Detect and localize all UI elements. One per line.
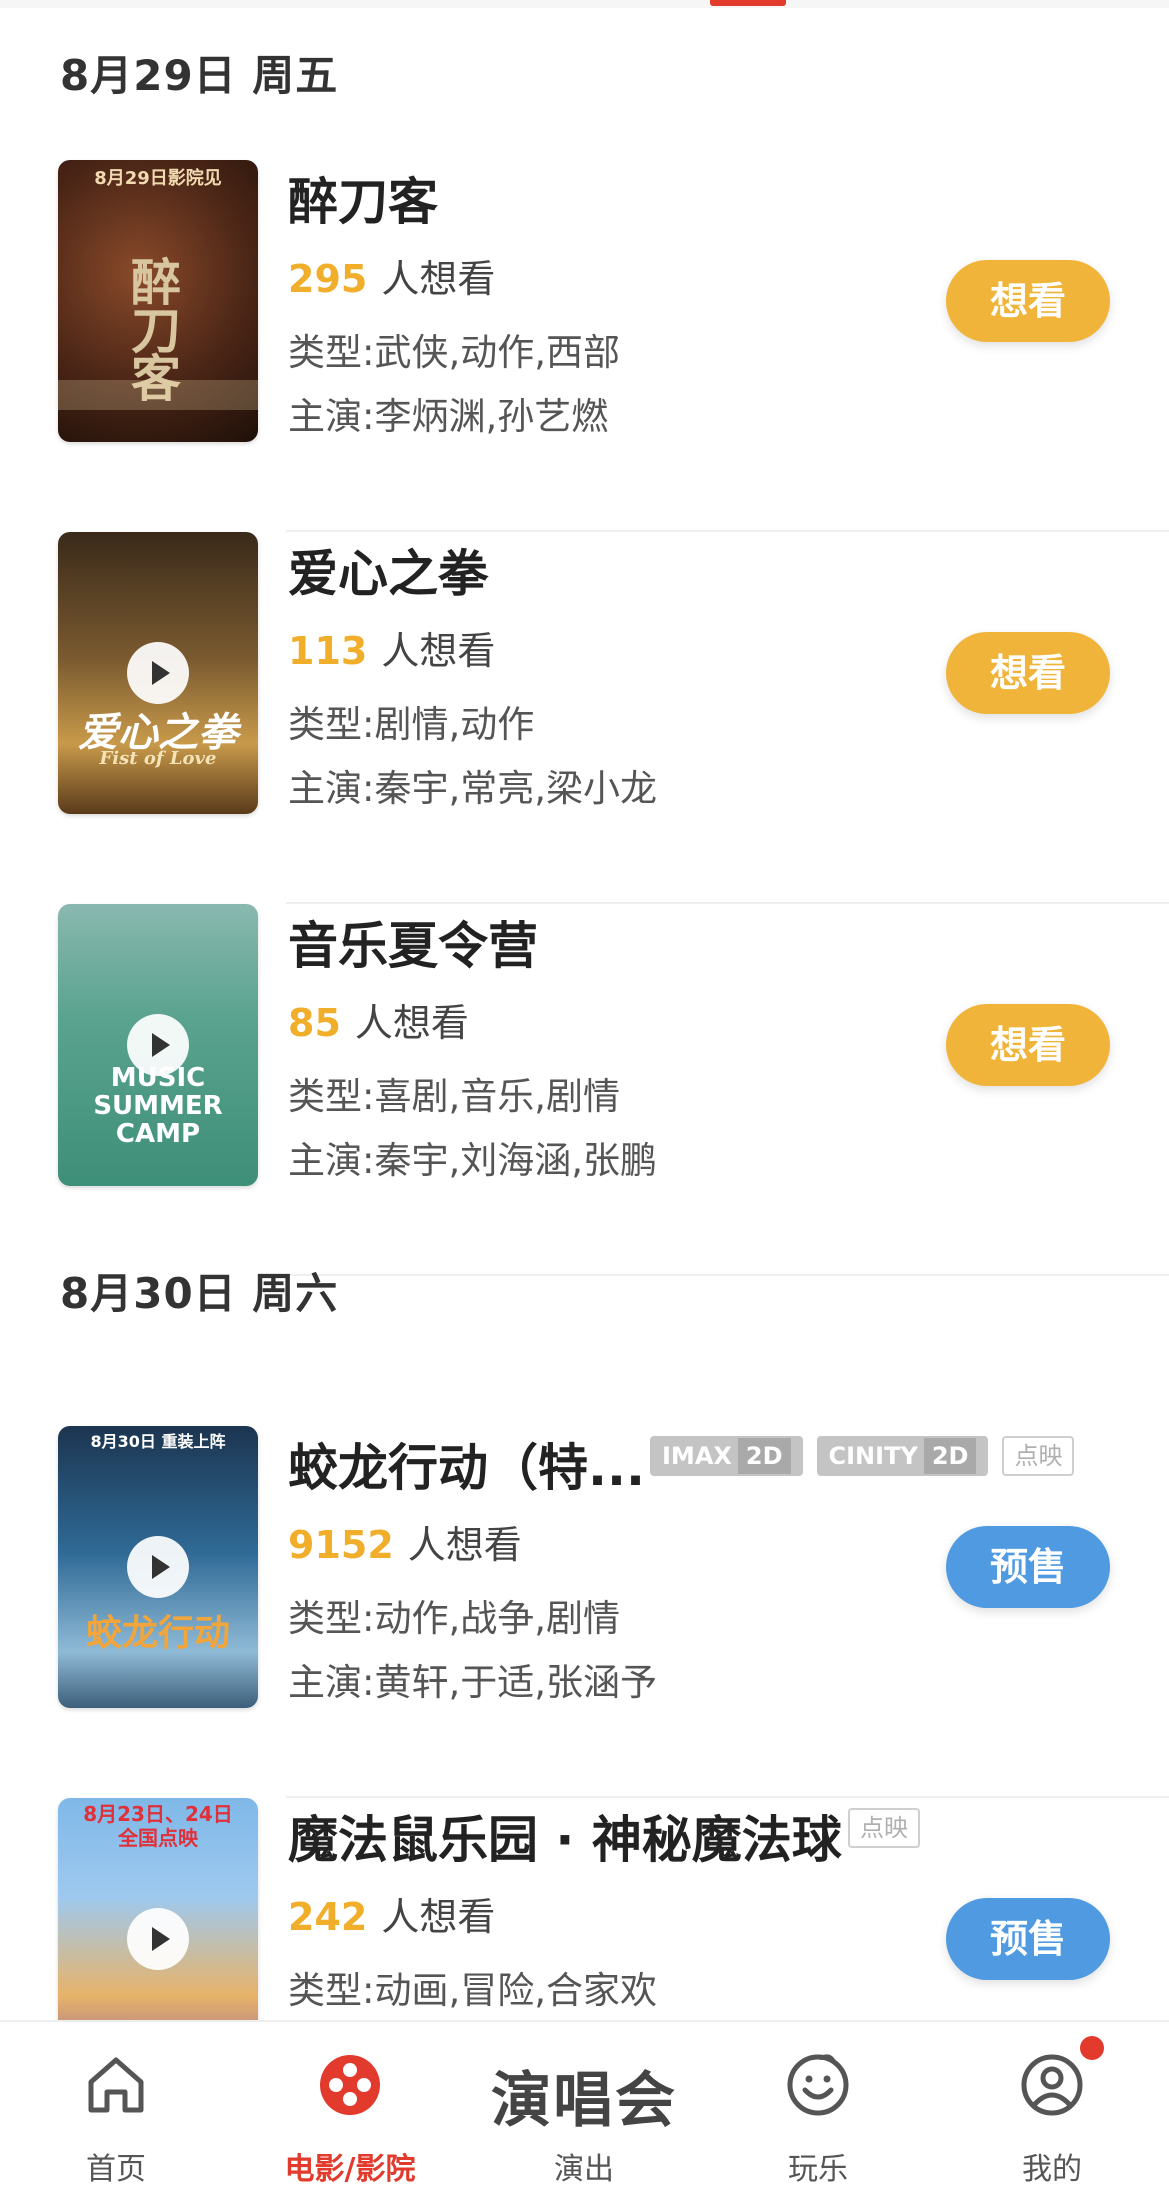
format-tags: IMAX 2D CINITY 2D 点映 [650, 1436, 1075, 1476]
movie-cast: 主演:秦宇,刘海涵,张鹏 [288, 1139, 657, 1182]
poster-title: 蛟龙行动 [85, 1613, 230, 1654]
poster-banner [58, 380, 258, 410]
movie-item[interactable]: MUSIC SUMMER CAMP 音乐夏令营 85 人想看 类型:喜剧,音乐,剧… [0, 904, 1169, 1276]
movie-cast: 主演:秦宇,常亮,梁小龙 [288, 767, 657, 810]
want-to-see-button[interactable]: 想看 [946, 1004, 1110, 1086]
wish-count: 9152 人想看 [288, 1514, 522, 1569]
poster-title: 醉刀客 [123, 256, 181, 400]
presale-button[interactable]: 预售 [946, 1898, 1110, 1980]
poster-caption: 8月30日 重装上阵 [90, 1432, 226, 1451]
wish-number: 242 [288, 1895, 368, 1939]
movie-genre: 类型:动画,冒险,合家欢 [288, 1969, 657, 2012]
nav-fun-label: 玩乐 [788, 2152, 848, 2187]
movie-genre: 类型:剧情,动作 [288, 703, 535, 746]
wish-count: 242 人想看 [288, 1886, 495, 1941]
movie-poster[interactable]: 8月29日影院见 醉刀客 [58, 160, 258, 442]
movie-poster[interactable]: 8月23日、24日 全国点映 [58, 1798, 258, 2020]
movie-poster[interactable]: MUSIC SUMMER CAMP [58, 904, 258, 1186]
bottom-nav: 首页 电影/影院 演唱会 演出 玩乐 我的 [0, 2020, 1169, 2207]
top-tab-strip [0, 0, 1169, 8]
nav-home-label: 首页 [86, 2152, 146, 2187]
wish-number: 85 [288, 1001, 341, 1045]
movie-title[interactable]: 蛟龙行动（特... [288, 1428, 645, 1500]
imax-2d-tag: IMAX 2D [650, 1436, 803, 1476]
movie-title[interactable]: 音乐夏令营 [288, 906, 538, 978]
divider [286, 1274, 1169, 1276]
wish-label: 人想看 [381, 1895, 496, 1939]
movie-list[interactable]: 8月29日 周五 8月29日影院见 醉刀客 醉刀客 295 人想看 类型:武侠,动… [0, 8, 1169, 2020]
smile-icon [787, 2054, 849, 2116]
want-to-see-button[interactable]: 想看 [946, 260, 1110, 342]
movie-genre: 类型:动作,战争,剧情 [288, 1597, 620, 1640]
nav-mine[interactable]: 我的 [972, 2022, 1132, 2207]
movie-item[interactable]: 8月29日影院见 醉刀客 醉刀客 295 人想看 类型:武侠,动作,西部 主演:李… [0, 160, 1169, 532]
poster-caption: 8月29日影院见 [94, 168, 222, 189]
movie-poster[interactable]: 爱心之拳 Fist of Love [58, 532, 258, 814]
wish-label: 人想看 [354, 1001, 469, 1045]
movie-cast: 主演:黄轩,于适,张涵予 [288, 1661, 657, 1704]
preview-screening-tag: 点映 [1002, 1436, 1075, 1476]
wish-number: 295 [288, 257, 368, 301]
cinity-2d-tag: CINITY 2D [816, 1436, 989, 1476]
play-icon[interactable] [127, 1908, 189, 1970]
nav-mine-label: 我的 [1022, 2152, 1082, 2187]
date-header: 8月30日 周六 [60, 1269, 339, 1318]
nav-fun[interactable]: 玩乐 [738, 2022, 898, 2207]
movie-title[interactable]: 魔法鼠乐园 · 神秘魔法球 [288, 1800, 842, 1872]
nav-movies[interactable]: 电影/影院 [270, 2022, 430, 2207]
wish-number: 9152 [288, 1523, 394, 1567]
user-icon [1021, 2054, 1083, 2116]
active-tab-indicator [710, 0, 786, 6]
wish-count: 113 人想看 [288, 620, 495, 675]
movie-cast: 主演:李炳渊,孙艺燃 [288, 395, 609, 438]
play-icon[interactable] [127, 1014, 189, 1076]
nav-shows-label: 演出 [554, 2152, 614, 2187]
nav-home[interactable]: 首页 [36, 2022, 196, 2207]
movie-poster[interactable]: 8月30日 重装上阵 蛟龙行动 [58, 1426, 258, 1708]
preview-screening-tag: 点映 [848, 1808, 920, 1848]
movie-item[interactable]: 8月30日 重装上阵 蛟龙行动 蛟龙行动（特... IMAX 2D CINITY 2… [0, 1426, 1169, 1798]
movie-title[interactable]: 爱心之拳 [288, 534, 488, 606]
movie-item[interactable]: 爱心之拳 Fist of Love 爱心之拳 113 人想看 类型:剧情,动作 主… [0, 532, 1169, 904]
wish-count: 85 人想看 [288, 992, 469, 1047]
wish-count: 295 人想看 [288, 248, 495, 303]
wish-label: 人想看 [381, 629, 496, 673]
notification-dot [1080, 2036, 1104, 2060]
poster-caption: 8月23日、24日 全国点映 [83, 1802, 233, 1850]
nav-shows[interactable]: 演唱会 演出 [491, 2022, 675, 2207]
movie-genre: 类型:喜剧,音乐,剧情 [288, 1075, 620, 1118]
wish-label: 人想看 [407, 1523, 522, 1567]
movie-genre: 类型:武侠,动作,西部 [288, 331, 620, 374]
concert-banner: 演唱会 [491, 2066, 677, 2136]
presale-button[interactable]: 预售 [946, 1526, 1110, 1608]
nav-movies-label: 电影/影院 [284, 2152, 416, 2187]
want-to-see-button[interactable]: 想看 [946, 632, 1110, 714]
poster-title: MUSIC SUMMER CAMP [93, 1063, 223, 1149]
play-icon[interactable] [127, 642, 189, 704]
film-reel-icon [320, 2055, 380, 2115]
wish-number: 113 [288, 629, 368, 673]
movie-title[interactable]: 醉刀客 [288, 162, 438, 234]
wish-label: 人想看 [381, 257, 496, 301]
play-icon[interactable] [127, 1536, 189, 1598]
date-header: 8月29日 周五 [60, 51, 339, 100]
movie-item[interactable]: 8月23日、24日 全国点映 魔法鼠乐园 · 神秘魔法球 点映 242 人想看 类… [0, 1798, 1169, 2020]
format-tags: 点映 [848, 1808, 920, 1848]
home-icon [88, 2057, 144, 2113]
poster-subtitle: Fist of Love [99, 748, 217, 769]
